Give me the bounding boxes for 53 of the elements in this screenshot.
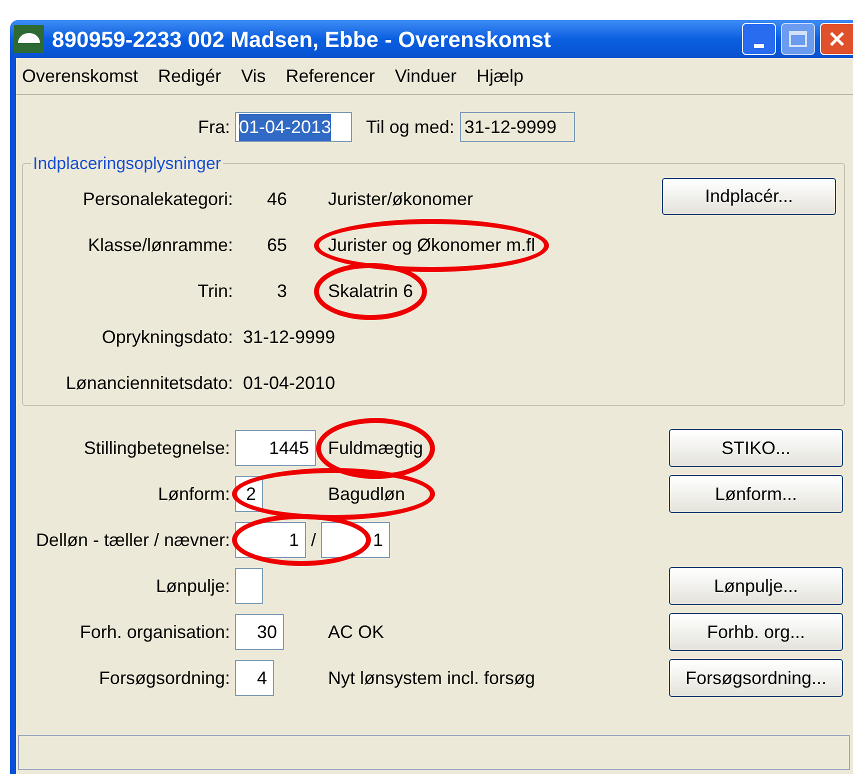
- app-icon: [14, 25, 44, 53]
- input-field[interactable]: 1: [235, 522, 306, 558]
- maximize-button[interactable]: [781, 23, 815, 55]
- input-field[interactable]: 30: [235, 614, 284, 650]
- minimize-button[interactable]: [742, 23, 776, 55]
- action-button[interactable]: Lønpulje...: [669, 567, 843, 605]
- description-text: Fuldmægtig: [328, 434, 424, 462]
- field-label: Lønanciennitetsdato:: [64, 372, 233, 395]
- code-value: 3: [276, 280, 287, 303]
- field-label: Lønpulje:: [154, 574, 230, 598]
- field-label: Trin:: [196, 280, 233, 303]
- date-value: 31-12-9999: [243, 326, 336, 349]
- action-button[interactable]: Forsøgsordning...: [669, 659, 843, 697]
- field-label: Fra:: [196, 116, 230, 138]
- description-text: Jurister/økonomer: [328, 188, 474, 211]
- menu-item[interactable]: Vis: [241, 62, 266, 90]
- description-text: Skalatrin 6: [328, 278, 414, 305]
- code-value: 65: [266, 234, 287, 257]
- action-button[interactable]: Lønform...: [669, 475, 843, 513]
- menu-item[interactable]: Redigér: [158, 62, 222, 90]
- placement-button[interactable]: Indplacér...: [662, 178, 836, 215]
- date-value: 01-04-2010: [243, 372, 336, 395]
- group-title: Indplaceringsoplysninger: [32, 153, 222, 175]
- field-label: Lønform:: [156, 482, 230, 506]
- description-text: Bagudløn: [328, 482, 406, 506]
- field-label: Forsøgsordning:: [98, 666, 230, 690]
- action-button[interactable]: Forhb. org...: [669, 613, 843, 651]
- readonly-field[interactable]: 31-12-9999: [460, 112, 576, 142]
- field-label: Stillingbetegnelse:: [82, 436, 230, 460]
- input-field[interactable]: [235, 568, 263, 604]
- description-text: Nyt lønsystem incl. forsøg: [328, 666, 536, 690]
- field-label: Forh. organisation:: [78, 620, 230, 644]
- description-text: Jurister og Økonomer m.fl: [328, 232, 536, 259]
- code-value: 46: [266, 188, 287, 211]
- window-title: 890959-2233 002 Madsen, Ebbe - Overenskomst: [52, 26, 551, 54]
- field-label: Personalekategori:: [82, 188, 233, 211]
- separator-text: /: [311, 528, 316, 552]
- input-field[interactable]: 4: [235, 660, 274, 696]
- menu-item[interactable]: Overenskomst: [22, 62, 138, 90]
- description-text: AC OK: [328, 620, 384, 644]
- field-label: Delløn - tæller / nævner:: [34, 528, 230, 552]
- menu-item[interactable]: Vinduer: [394, 62, 457, 90]
- menu-item[interactable]: Referencer: [286, 62, 375, 90]
- close-button[interactable]: [820, 23, 853, 55]
- field-label: Klasse/lønramme:: [86, 234, 233, 257]
- input-field[interactable]: 1445: [235, 430, 316, 466]
- close-icon: [828, 30, 846, 48]
- input-field[interactable]: 1: [321, 522, 390, 558]
- date-field[interactable]: 01-04-2013: [235, 112, 352, 142]
- field-label: Til og med:: [366, 116, 454, 139]
- action-button[interactable]: STIKO...: [669, 429, 843, 467]
- menu-item[interactable]: Hjælp: [476, 62, 524, 90]
- field-label: Oprykningsdato:: [100, 326, 233, 349]
